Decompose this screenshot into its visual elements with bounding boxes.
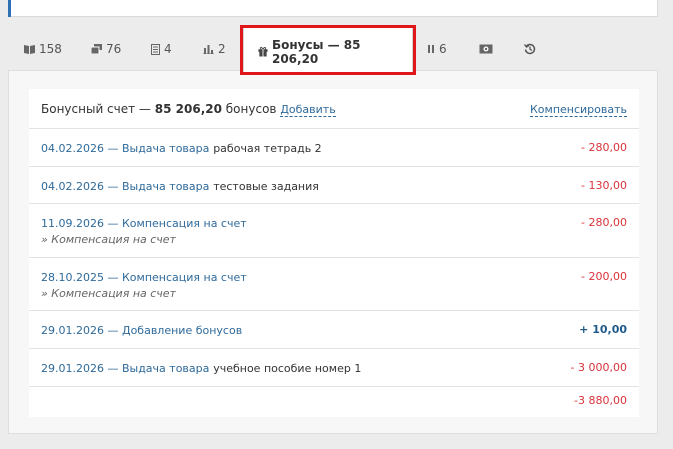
transaction-link[interactable]: 04.02.2026 — Выдача товара [41, 142, 209, 155]
account-header: Бонусный счет — 85 206,20 бонусов Добави… [29, 89, 639, 129]
account-summary: Бонусный счет — 85 206,20 бонусов Добави… [41, 102, 336, 117]
bonus-panel: Бонусный счет — 85 206,20 бонусов Добави… [8, 70, 658, 434]
tab-books[interactable]: 158 [24, 28, 62, 70]
transaction-amount: - 280,00 [581, 141, 627, 154]
history-icon [524, 43, 536, 55]
total-row: -3 880,00 [29, 387, 639, 417]
transaction-link[interactable]: 04.02.2026 — Выдача товара [41, 180, 209, 193]
transaction-link[interactable]: 11.09.2026 — Компенсация на счет [41, 217, 247, 230]
transaction-link[interactable]: 29.01.2026 — Добавление бонусов [41, 324, 242, 337]
transaction-amount: - 200,00 [581, 270, 627, 283]
transaction-note: » Компенсация на счет [41, 287, 176, 300]
tab-history[interactable] [524, 28, 536, 70]
transaction-row: 29.01.2026 — Добавление бонусов + 10,00 [29, 311, 639, 349]
tab-stats-count: 2 [218, 42, 226, 56]
transaction-row: 04.02.2026 — Выдача товара рабочая тетра… [29, 129, 639, 167]
tab-stats[interactable]: 2 [203, 28, 226, 70]
transaction-amount: - 3 000,00 [570, 361, 627, 374]
layers-icon [91, 44, 102, 54]
tab-bonuses[interactable]: Бонусы — 85 206,20 [243, 27, 413, 75]
tab-bonuses-label: Бонусы — 85 206,20 [271, 37, 361, 66]
transaction-amount: - 280,00 [581, 216, 627, 229]
tab-bar: 158 76 4 2 Бонусы — 85 206,20 6 [0, 27, 673, 75]
transaction-row: 04.02.2026 — Выдача товара тестовые зада… [29, 167, 639, 204]
top-card [8, 0, 658, 17]
book-icon [24, 45, 35, 54]
bonus-account-card: Бонусный счет — 85 206,20 бонусов Добави… [29, 89, 639, 417]
tab-paused-count: 6 [439, 42, 447, 56]
transaction-note: » Компенсация на счет [41, 233, 176, 246]
gift-icon [258, 47, 268, 57]
transaction-amount: - 130,00 [581, 179, 627, 192]
tab-documents[interactable]: 4 [151, 28, 172, 70]
tab-documents-count: 4 [164, 42, 172, 56]
transaction-amount: + 10,00 [579, 323, 627, 336]
tab-layers[interactable]: 76 [91, 28, 121, 70]
transaction-item: рабочая тетрадь 2 [213, 142, 322, 155]
transaction-row: 28.10.2025 — Компенсация на счет » Компе… [29, 258, 639, 311]
transaction-row: 29.01.2026 — Выдача товара учебное пособ… [29, 349, 639, 387]
transaction-item: тестовые задания [213, 180, 319, 193]
pause-icon [428, 45, 434, 53]
tab-cash[interactable] [479, 28, 493, 70]
transaction-link[interactable]: 29.01.2026 — Выдача товара [41, 362, 209, 375]
total-amount: -3 880,00 [574, 394, 627, 407]
add-bonus-link[interactable]: Добавить [280, 103, 336, 117]
transaction-row: 11.09.2026 — Компенсация на счет » Компе… [29, 204, 639, 258]
tab-layers-count: 76 [106, 42, 122, 56]
compensate-link[interactable]: Компенсировать [529, 103, 627, 117]
top-card-accent [8, 0, 11, 17]
account-amount: 85 206,20 [154, 102, 222, 116]
transaction-link[interactable]: 28.10.2025 — Компенсация на счет [41, 271, 247, 284]
transaction-item: учебное пособие номер 1 [213, 362, 362, 375]
tab-paused[interactable]: 6 [428, 28, 447, 70]
cash-icon [479, 44, 493, 54]
account-suffix: бонусов [225, 102, 277, 116]
bar-chart-icon [203, 45, 214, 54]
document-icon [151, 43, 160, 55]
account-prefix: Бонусный счет — [41, 102, 151, 116]
tab-books-count: 158 [39, 42, 62, 56]
